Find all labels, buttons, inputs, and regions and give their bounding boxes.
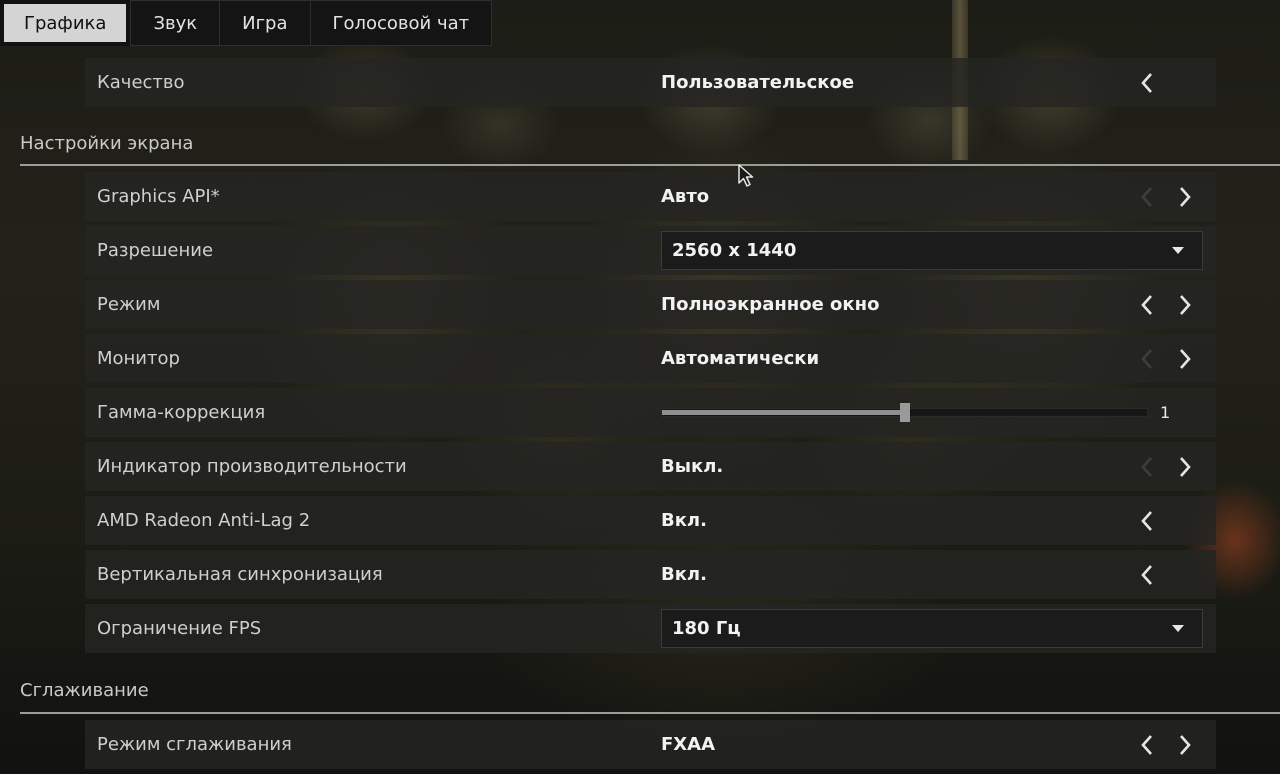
- section-divider: [20, 164, 1280, 166]
- setting-label: Режим: [97, 294, 161, 315]
- caret-down-icon: [1172, 247, 1184, 254]
- setting-label: Режим сглаживания: [97, 734, 292, 755]
- tab-graphics[interactable]: Графика: [0, 0, 131, 46]
- setting-row-anti-lag: AMD Radeon Anti-Lag 2 Вкл.: [85, 496, 1216, 545]
- section-title-antialiasing: Сглаживание: [20, 680, 149, 701]
- section-divider: [20, 712, 1280, 714]
- tab-sound[interactable]: Звук: [130, 0, 220, 46]
- setting-label: AMD Radeon Anti-Lag 2: [97, 510, 311, 531]
- chevron-left-icon[interactable]: [1135, 346, 1159, 371]
- setting-row-graphics-api: Graphics API* Авто: [85, 172, 1216, 221]
- setting-row-quality: Качество Пользовательское: [85, 58, 1216, 107]
- background-image: [0, 0, 1280, 774]
- setting-label: Индикатор производительности: [97, 456, 407, 477]
- chevron-left-icon[interactable]: [1135, 562, 1159, 587]
- setting-label: Graphics API*: [97, 186, 220, 207]
- dropdown-value: 180 Гц: [672, 618, 741, 639]
- section-title-screen: Настройки экрана: [20, 133, 194, 154]
- slider-value: 1: [1160, 403, 1171, 422]
- tab-bar: Графика Звук Игра Голосовой чат: [0, 0, 493, 46]
- setting-row-aa-mode: Режим сглаживания FXAA: [85, 720, 1216, 769]
- setting-value: Авто: [661, 186, 710, 207]
- setting-row-resolution: Разрешение 2560 x 1440: [85, 226, 1216, 275]
- setting-value: Полноэкранное окно: [661, 294, 880, 315]
- setting-value: Выкл.: [661, 456, 724, 477]
- fps-limit-dropdown[interactable]: 180 Гц: [661, 609, 1203, 648]
- setting-value: FXAA: [661, 734, 716, 755]
- slider-fill: [662, 410, 905, 415]
- gamma-slider[interactable]: [661, 403, 1148, 422]
- chevron-left-icon[interactable]: [1135, 508, 1159, 533]
- slider-thumb[interactable]: [899, 403, 910, 422]
- chevron-left-icon[interactable]: [1135, 292, 1159, 317]
- chevron-right-icon[interactable]: [1173, 184, 1197, 209]
- chevron-left-icon[interactable]: [1135, 454, 1159, 479]
- resolution-dropdown[interactable]: 2560 x 1440: [661, 231, 1203, 270]
- mouse-cursor-icon: [738, 164, 754, 187]
- chevron-right-icon[interactable]: [1173, 292, 1197, 317]
- dropdown-value: 2560 x 1440: [672, 240, 797, 261]
- setting-label: Ограничение FPS: [97, 618, 262, 639]
- setting-row-gamma: Гамма-коррекция 1: [85, 388, 1216, 437]
- setting-label: Качество: [97, 72, 185, 93]
- setting-row-fps-limit: Ограничение FPS 180 Гц: [85, 604, 1216, 653]
- setting-row-mode: Режим Полноэкранное окно: [85, 280, 1216, 329]
- chevron-left-icon[interactable]: [1135, 70, 1159, 95]
- setting-value: Вкл.: [661, 510, 707, 531]
- chevron-left-icon[interactable]: [1135, 732, 1159, 757]
- setting-label: Разрешение: [97, 240, 214, 261]
- setting-row-monitor: Монитор Автоматически: [85, 334, 1216, 383]
- setting-row-vsync: Вертикальная синхронизация Вкл.: [85, 550, 1216, 599]
- setting-label: Монитор: [97, 348, 180, 369]
- chevron-left-icon[interactable]: [1135, 184, 1159, 209]
- chevron-right-icon[interactable]: [1173, 732, 1197, 757]
- chevron-right-icon[interactable]: [1173, 454, 1197, 479]
- tab-voice-chat[interactable]: Голосовой чат: [309, 0, 493, 46]
- setting-row-performance-indicator: Индикатор производительности Выкл.: [85, 442, 1216, 491]
- caret-down-icon: [1172, 625, 1184, 632]
- setting-label: Вертикальная синхронизация: [97, 564, 383, 585]
- setting-value: Вкл.: [661, 564, 707, 585]
- setting-label: Гамма-коррекция: [97, 402, 266, 423]
- setting-value: Автоматически: [661, 348, 820, 369]
- tab-game[interactable]: Игра: [219, 0, 310, 46]
- chevron-right-icon[interactable]: [1173, 346, 1197, 371]
- setting-value: Пользовательское: [661, 72, 855, 93]
